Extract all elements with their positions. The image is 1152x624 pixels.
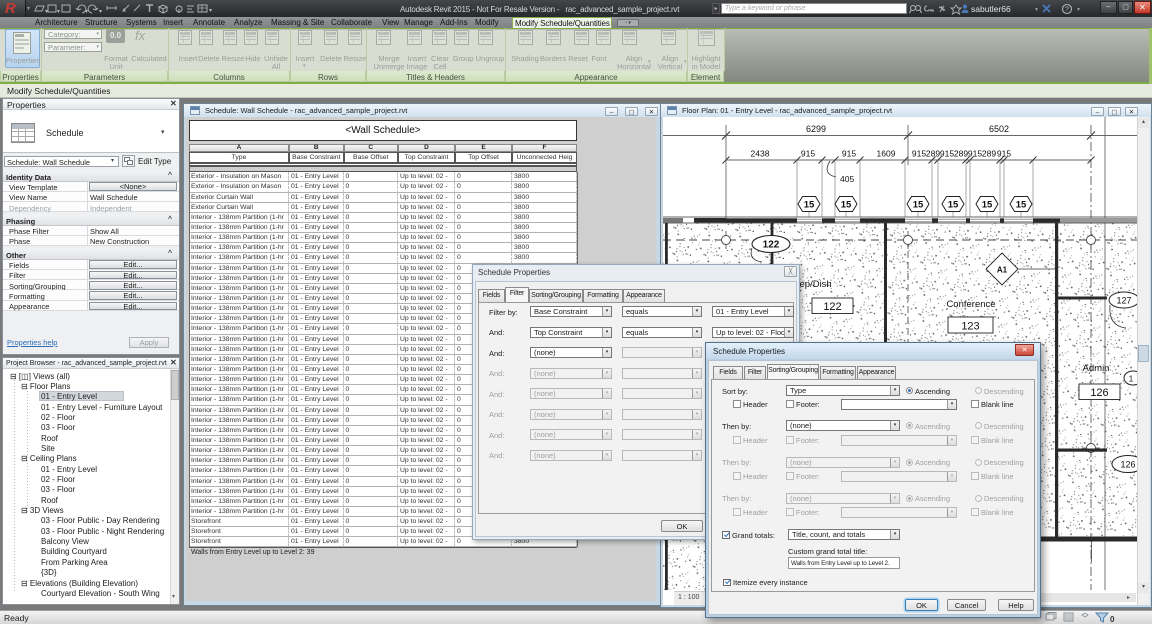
svg-text:▾: ▾ bbox=[45, 9, 48, 15]
svg-text:?: ? bbox=[1065, 7, 1069, 14]
svg-text:▾: ▾ bbox=[85, 9, 88, 15]
svg-text:A1: A1 bbox=[997, 266, 1008, 275]
svg-text:126: 126 bbox=[1120, 460, 1135, 470]
svg-text:▾: ▾ bbox=[1077, 7, 1080, 13]
svg-text:126: 126 bbox=[1090, 387, 1108, 399]
svg-text:1609: 1609 bbox=[877, 149, 896, 159]
svg-text:15: 15 bbox=[913, 200, 924, 211]
svg-text:15: 15 bbox=[1016, 200, 1027, 211]
svg-text:15: 15 bbox=[982, 200, 993, 211]
svg-text:127: 127 bbox=[1116, 296, 1131, 306]
svg-text:6502: 6502 bbox=[989, 124, 1009, 134]
svg-text:915: 915 bbox=[801, 149, 815, 159]
svg-text:289: 289 bbox=[926, 149, 940, 159]
svg-text:sabutler66: sabutler66 bbox=[971, 4, 1011, 14]
svg-text:1: 1 bbox=[1129, 375, 1134, 384]
svg-text:915: 915 bbox=[842, 149, 856, 159]
svg-text:122: 122 bbox=[763, 240, 780, 251]
svg-text:15: 15 bbox=[804, 200, 815, 211]
svg-text:2438: 2438 bbox=[751, 149, 770, 159]
svg-text:915: 915 bbox=[940, 149, 954, 159]
svg-text:▾: ▾ bbox=[1035, 7, 1038, 13]
svg-text:405: 405 bbox=[840, 174, 854, 184]
svg-text:915: 915 bbox=[912, 149, 926, 159]
svg-text:▾: ▾ bbox=[57, 9, 60, 15]
svg-text:▾: ▾ bbox=[99, 9, 102, 15]
svg-text:Conference: Conference bbox=[946, 299, 995, 310]
svg-text:15: 15 bbox=[948, 200, 959, 211]
svg-text:15: 15 bbox=[841, 200, 852, 211]
svg-text:915: 915 bbox=[968, 149, 982, 159]
svg-text:▾: ▾ bbox=[209, 8, 212, 14]
svg-text:Admin: Admin bbox=[1083, 363, 1110, 374]
svg-text:122: 122 bbox=[823, 301, 841, 313]
svg-text:289: 289 bbox=[982, 149, 996, 159]
svg-text:0: 0 bbox=[1110, 615, 1115, 624]
svg-text:915: 915 bbox=[997, 149, 1011, 159]
svg-text:289: 289 bbox=[954, 149, 968, 159]
svg-text:123: 123 bbox=[961, 321, 979, 333]
svg-text:6299: 6299 bbox=[806, 124, 826, 134]
